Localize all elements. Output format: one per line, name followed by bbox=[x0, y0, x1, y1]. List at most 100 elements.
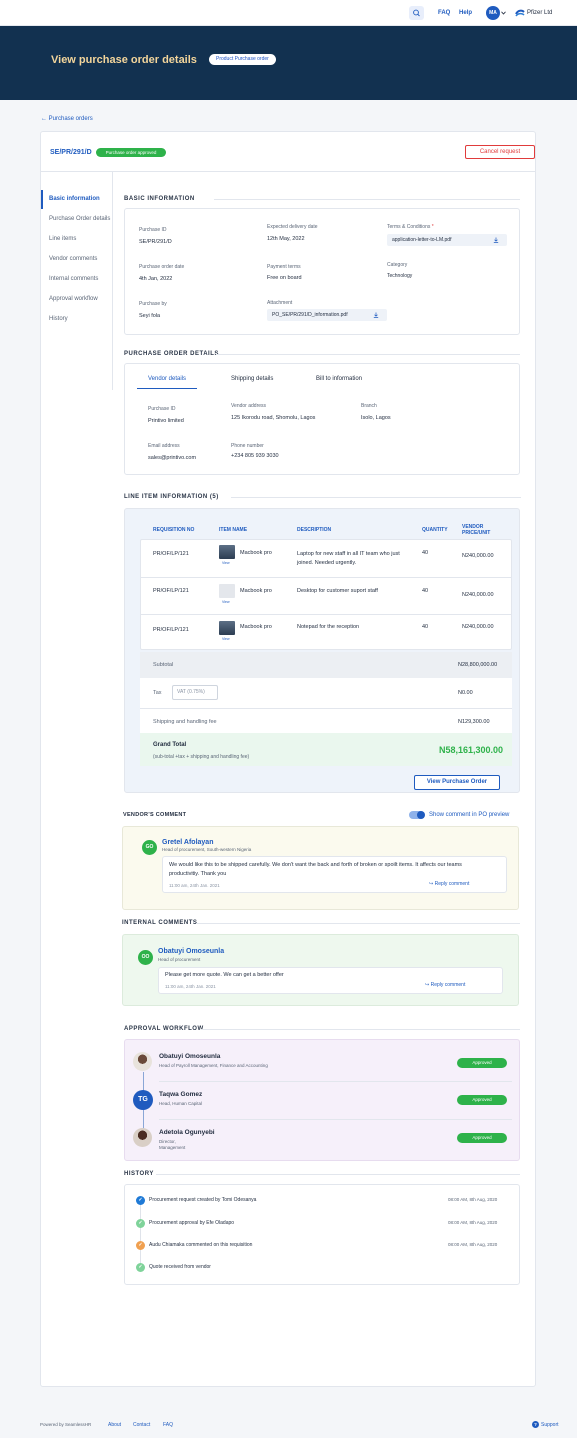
tax-label: Tax bbox=[153, 690, 162, 696]
section-rule bbox=[214, 199, 520, 200]
approver-3-status: Approved bbox=[457, 1133, 507, 1143]
tab-bill-to-information[interactable]: Bill to information bbox=[316, 376, 362, 382]
category-value: Technology bbox=[387, 273, 413, 279]
row-1-view-link[interactable]: View bbox=[222, 561, 230, 565]
footer-about-link[interactable]: About bbox=[108, 1422, 121, 1428]
section-rule bbox=[196, 923, 520, 924]
tab-vendor-details[interactable]: Vendor details bbox=[148, 376, 186, 382]
tax-value: N0.00 bbox=[458, 690, 473, 696]
company-name: Pfizer Ltd bbox=[527, 10, 553, 16]
nav-vendor-comments[interactable]: Vendor comments bbox=[49, 256, 110, 276]
faq-link[interactable]: FAQ bbox=[438, 10, 450, 16]
nav-purchase-order-details[interactable]: Purchase Order details bbox=[49, 216, 110, 236]
history-1-text: Procurement request created by Tomi Odes… bbox=[149, 1197, 257, 1203]
col-description: DESCRIPTION bbox=[297, 527, 332, 533]
vendor-purchase-id-value: Printivo limited bbox=[148, 418, 184, 424]
view-purchase-order-button[interactable]: View Purchase Order bbox=[414, 775, 500, 790]
col-quantity: QUANTITY bbox=[422, 527, 448, 533]
row-3-item-name: Macbook pro bbox=[240, 624, 272, 630]
row-2-quantity: 40 bbox=[422, 588, 429, 594]
approver-2-name: Taqwa Gomez bbox=[159, 1091, 203, 1098]
footer-support-link[interactable]: Support bbox=[541, 1422, 559, 1428]
user-avatar[interactable]: MA bbox=[486, 6, 500, 20]
support-icon[interactable]: ? bbox=[532, 1421, 539, 1428]
row-3-quantity: 40 bbox=[422, 624, 429, 630]
subtotal-value: N28,800,000.00 bbox=[458, 662, 498, 668]
footer-faq-link[interactable]: FAQ bbox=[163, 1422, 173, 1428]
approval-divider bbox=[159, 1081, 512, 1082]
nav-history[interactable]: History bbox=[49, 316, 110, 336]
purchase-id-value: SE/PR/291/D bbox=[139, 239, 172, 245]
approval-workflow-heading: APPROVAL WORKFLOW bbox=[124, 1026, 204, 1032]
reply-label: Reply comment bbox=[430, 982, 466, 988]
download-icon bbox=[493, 237, 499, 243]
row-2-price: N240,000.00 bbox=[462, 592, 494, 598]
vat-select[interactable]: VAT (0.75%) bbox=[172, 685, 218, 700]
nav-basic-information[interactable]: Basic information bbox=[49, 196, 110, 216]
attachment-file-download[interactable]: PO_SE/PR/291/D_information.pdf bbox=[267, 309, 387, 321]
internal-commenter-name: Obatuyi Omoseunla bbox=[158, 948, 225, 955]
vendor-comment-text: We would like this to be shipped careful… bbox=[169, 862, 462, 877]
internal-comment-time: 11:00 am, 24th Jan. 2021 bbox=[165, 984, 216, 989]
breadcrumb-label: Purchase orders bbox=[48, 116, 93, 122]
internal-reply-link[interactable]: ↪ Reply comment bbox=[425, 982, 465, 988]
check-circle-icon: ✓ bbox=[136, 1263, 145, 1272]
branch-value: Isolo, Lagos bbox=[361, 415, 391, 421]
show-comment-toggle[interactable] bbox=[409, 811, 425, 819]
col-item-name: ITEM NAME bbox=[219, 527, 248, 533]
internal-comments-heading: INTERNAL COMMENTS bbox=[122, 920, 198, 926]
order-date-value: 4th Jan, 2022 bbox=[139, 276, 173, 282]
row-1-item-name: Macbook pro bbox=[240, 550, 272, 556]
reply-icon: ↪ bbox=[425, 982, 430, 988]
history-heading: HISTORY bbox=[124, 1171, 154, 1177]
nav-line-items[interactable]: Line items bbox=[49, 236, 110, 256]
vendor-address-value: 125 Ikorodu road, Shomolu, Lagos bbox=[231, 415, 316, 421]
purchase-by-label: Purchase by bbox=[139, 301, 167, 307]
row-2-view-link[interactable]: View bbox=[222, 600, 230, 604]
reply-icon: ↪ bbox=[429, 881, 434, 887]
tab-shipping-details[interactable]: Shipping details bbox=[231, 376, 273, 382]
row-1-requisition: PR/OF/LP/121 bbox=[153, 551, 189, 557]
email-label: Email address bbox=[148, 443, 180, 449]
approver-1-avatar bbox=[133, 1052, 152, 1071]
phone-label: Phone number bbox=[231, 443, 264, 449]
order-date-label: Purchase order date bbox=[139, 264, 185, 270]
cancel-request-button[interactable]: Cancel request bbox=[465, 145, 535, 159]
subtotal-row bbox=[140, 652, 512, 678]
shipping-value: N129,300.00 bbox=[458, 719, 490, 725]
macbook-thumbnail bbox=[219, 621, 235, 635]
powered-by: Powered by SeamlessHR bbox=[40, 1422, 92, 1427]
search-icon bbox=[413, 9, 420, 17]
col-vendor-price: VENDOR PRICE/UNIT bbox=[462, 524, 491, 536]
terms-file-download[interactable]: application-letter-to-LM.pdf bbox=[387, 234, 507, 246]
approver-3-avatar bbox=[133, 1128, 152, 1147]
nav-internal-comments[interactable]: Internal comments bbox=[49, 276, 110, 296]
history-2-text: Procurement approval by Efe Oladapo bbox=[149, 1220, 235, 1226]
check-circle-icon: ✓ bbox=[136, 1196, 145, 1205]
header-divider bbox=[41, 171, 535, 172]
grand-total-label: Grand Total bbox=[153, 742, 187, 748]
expected-delivery-label: Expected delivery date bbox=[267, 224, 318, 230]
nav-approval-workflow[interactable]: Approval workflow bbox=[49, 296, 110, 316]
payment-terms-value: Free on board bbox=[267, 275, 302, 281]
side-nav-active-indicator bbox=[41, 190, 43, 209]
approver-3-role: Director, Management bbox=[159, 1139, 186, 1150]
po-details-heading: PURCHASE ORDER DETAILS bbox=[124, 351, 219, 357]
commenter-avatar: OO bbox=[138, 950, 153, 965]
footer-contact-link[interactable]: Contact bbox=[133, 1422, 150, 1428]
chevron-down-icon[interactable] bbox=[501, 11, 506, 15]
approver-2-status: Approved bbox=[457, 1095, 507, 1105]
row-2-description: Desktop for customer suport staff bbox=[297, 588, 378, 594]
terms-label: Terms & Conditions * bbox=[387, 224, 434, 230]
approver-1-status: Approved bbox=[457, 1058, 507, 1068]
vendor-address-label: Vendor address bbox=[231, 403, 267, 409]
expected-delivery-value: 12th May, 2022 bbox=[267, 236, 305, 242]
row-3-view-link[interactable]: View bbox=[222, 637, 230, 641]
section-rule bbox=[231, 497, 521, 498]
vendor-reply-link[interactable]: ↪ Reply comment bbox=[429, 881, 469, 887]
help-link[interactable]: Help bbox=[459, 10, 472, 16]
search-button[interactable] bbox=[409, 6, 424, 20]
row-2-item-name: Macbook pro bbox=[240, 588, 272, 594]
back-to-purchase-orders-link[interactable]: ← Purchase orders bbox=[41, 116, 93, 122]
email-value: sales@printivo.com bbox=[148, 455, 197, 461]
